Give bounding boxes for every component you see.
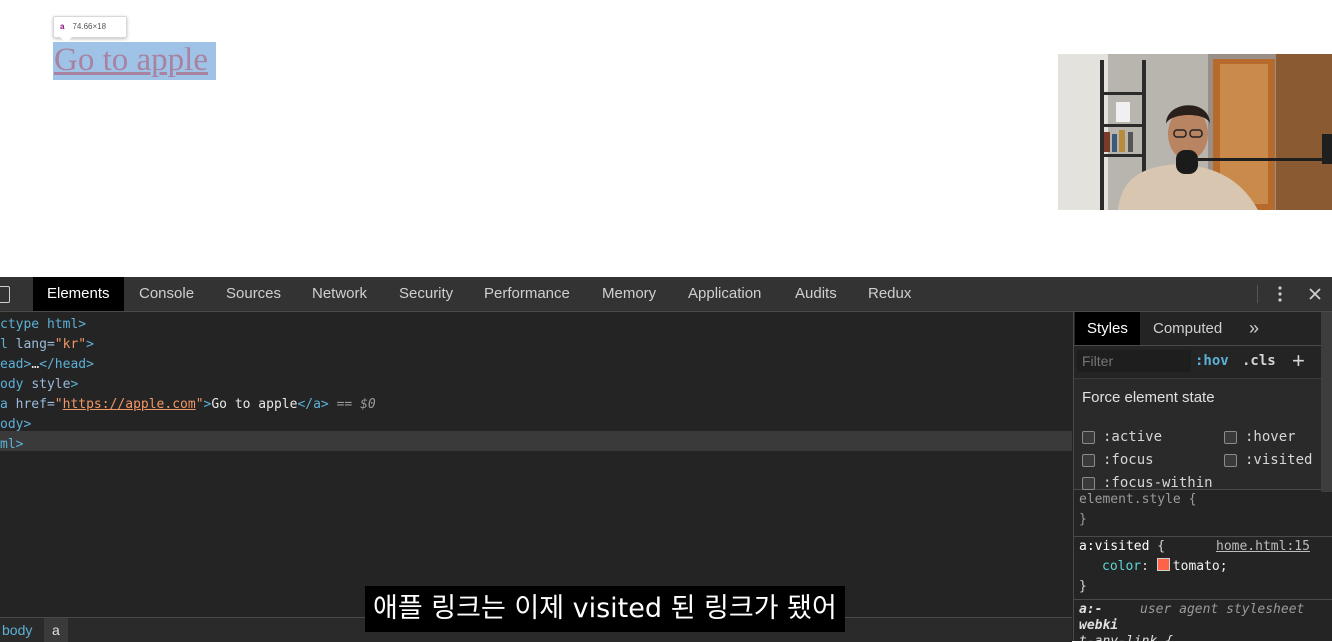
element-style-rule: element.style { } xyxy=(1074,490,1332,537)
new-rule-plus-icon[interactable]: + xyxy=(1292,348,1305,374)
state-active-label: :active xyxy=(1103,429,1163,445)
webcam-image xyxy=(1058,54,1332,210)
inspect-icon[interactable] xyxy=(0,286,10,303)
state-hover-label: :hover xyxy=(1245,429,1296,445)
dom-line-anchor[interactable]: a href="https://apple.com">Go to apple</… xyxy=(0,395,376,415)
href-link[interactable]: https://apple.com xyxy=(63,397,196,412)
dom-line-doctype[interactable]: ctype html> xyxy=(0,315,86,335)
video-subtitle: 애플 링크는 이제 visited 된 링크가 됐어 xyxy=(365,586,845,632)
tab-security[interactable]: Security xyxy=(385,277,467,311)
styles-tab-bar: Styles Computed » xyxy=(1074,312,1332,346)
tab-styles[interactable]: Styles xyxy=(1075,312,1140,345)
element-style-open[interactable]: element.style { xyxy=(1079,490,1196,510)
tab-audits[interactable]: Audits xyxy=(781,277,851,311)
tab-elements[interactable]: Elements xyxy=(33,277,124,311)
webcam-overlay xyxy=(1058,54,1332,210)
visited-selector-line[interactable]: a:visited { xyxy=(1079,537,1165,557)
visited-source-link[interactable]: home.html:15 xyxy=(1216,537,1310,557)
visited-declaration[interactable]: color: tomato; xyxy=(1102,557,1228,577)
ua-selector-3: t-any-link { xyxy=(1079,632,1173,641)
cls-toggle[interactable]: .cls xyxy=(1242,353,1276,369)
state-visited-label: :visited xyxy=(1245,452,1313,468)
checkbox-visited[interactable] xyxy=(1224,454,1237,467)
styles-filter-row: :hov .cls + xyxy=(1074,346,1332,379)
tab-application[interactable]: Application xyxy=(674,277,775,311)
close-icon[interactable] xyxy=(1308,287,1322,301)
devtools-tab-bar: Elements Console Sources Network Securit… xyxy=(0,277,1332,312)
tab-computed[interactable]: Computed xyxy=(1141,312,1234,345)
checkbox-focus-within[interactable] xyxy=(1082,477,1095,490)
element-style-close: } xyxy=(1079,512,1087,527)
tab-sources[interactable]: Sources xyxy=(212,277,295,311)
styles-sidebar: Styles Computed » :hov .cls + Force elem… xyxy=(1073,312,1332,641)
go-to-apple-link[interactable]: Go to apple xyxy=(54,40,208,80)
force-state-section: Force element state :active :hover :focu… xyxy=(1074,379,1332,491)
breadcrumb-body[interactable]: body xyxy=(2,618,32,642)
ua-stylesheet-label: user agent stylesheet xyxy=(1140,602,1305,617)
tooltip-size: 74.66×18 xyxy=(72,22,107,31)
state-focus-within-label: :focus-within xyxy=(1103,475,1213,491)
tab-console[interactable]: Console xyxy=(125,277,208,311)
tooltip-tag: a xyxy=(60,22,65,31)
dom-line-body[interactable]: ody style> xyxy=(0,375,78,395)
tab-redux[interactable]: Redux xyxy=(854,277,925,311)
element-inspect-tooltip: a 74.66×18 xyxy=(53,16,127,43)
checkbox-hover[interactable] xyxy=(1224,431,1237,444)
user-agent-rule: a:- user agent stylesheet webki t-any-li… xyxy=(1074,600,1332,641)
elements-dom-tree: ctype html> l lang="kr"> ead>…</head> od… xyxy=(0,312,1072,612)
checkbox-active[interactable] xyxy=(1082,431,1095,444)
breadcrumb-a[interactable]: a xyxy=(44,618,68,642)
state-focus-label: :focus xyxy=(1103,452,1154,468)
color-swatch[interactable] xyxy=(1156,558,1170,571)
visited-rule: a:visited { home.html:15 color: tomato; … xyxy=(1074,537,1332,600)
tab-network[interactable]: Network xyxy=(298,277,381,311)
force-state-title: Force element state xyxy=(1082,389,1215,406)
selected-row-highlight xyxy=(0,431,1072,451)
tab-memory[interactable]: Memory xyxy=(588,277,670,311)
tabbar-divider xyxy=(1257,285,1258,303)
visited-close: } xyxy=(1079,579,1087,594)
kebab-menu-icon[interactable] xyxy=(1274,285,1286,303)
visited-selector: a:visited xyxy=(1079,539,1150,554)
more-tabs-icon[interactable]: » xyxy=(1237,312,1271,345)
dom-line-head[interactable]: ead>…</head> xyxy=(0,355,94,375)
checkbox-focus[interactable] xyxy=(1082,454,1095,467)
dom-line-html[interactable]: l lang="kr"> xyxy=(0,335,94,355)
dom-line-html-close[interactable]: ml> xyxy=(0,435,23,455)
page-content: a 74.66×18 Go to apple xyxy=(0,0,1332,277)
dom-line-body-close[interactable]: ody> xyxy=(0,415,31,435)
hov-toggle[interactable]: :hov xyxy=(1195,353,1229,369)
tab-performance[interactable]: Performance xyxy=(470,277,584,311)
styles-scrollbar[interactable] xyxy=(1321,312,1332,492)
styles-filter-input[interactable] xyxy=(1077,350,1191,372)
